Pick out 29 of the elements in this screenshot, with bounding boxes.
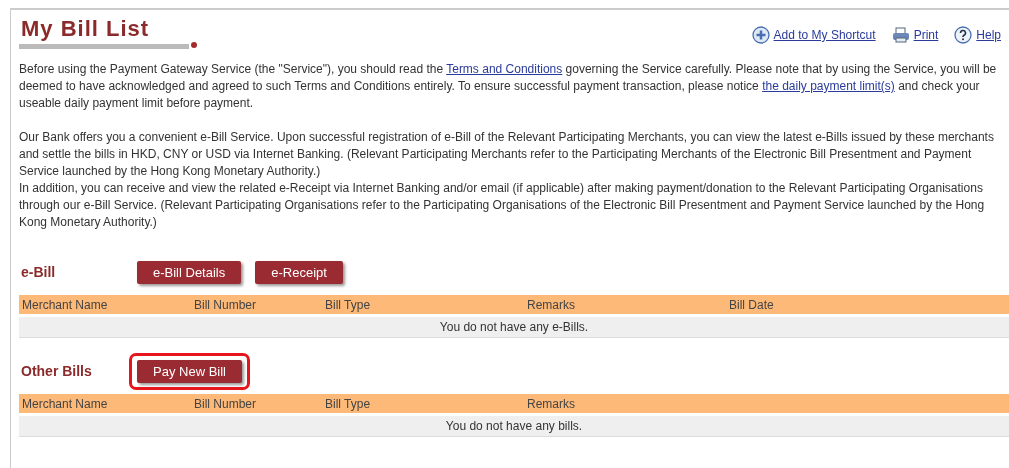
link[interactable]: the daily payment limit(s): [762, 79, 895, 93]
plus-icon[interactable]: [751, 26, 770, 44]
page-title: My Bill List: [21, 18, 151, 40]
column-header: Bill Type: [325, 396, 371, 411]
section-heading: Other Bills: [21, 362, 93, 381]
empty-message: You do not have any e-Bills.: [19, 317, 1009, 338]
column-header: Remarks: [527, 297, 575, 312]
title-dot: [191, 42, 197, 48]
column-header: Merchant Name: [22, 297, 108, 312]
action-button[interactable]: e-Receipt: [255, 261, 343, 284]
action-button[interactable]: Pay New Bill: [137, 360, 242, 383]
column-header: Bill Number: [194, 396, 256, 411]
link[interactable]: Print: [913, 26, 939, 44]
link[interactable]: Add to My Shortcut: [773, 26, 876, 44]
column-header: Remarks: [527, 396, 575, 411]
column-header: Bill Number: [194, 297, 256, 312]
action-button[interactable]: e-Bill Details: [137, 261, 242, 284]
section-heading: e-Bill: [21, 263, 57, 282]
printer-icon[interactable]: [891, 26, 910, 44]
help-icon[interactable]: [954, 26, 973, 44]
paragraph: In addition, you can receive and view the related e-Receipt via Internet Banking and/or email (if applicable) after making payment/donation to the Relevant Participating Organisations through our e-Bill Service. (Relevant Participating Organisations refer to the Participating Organisations of the Electronic Bill Presentment and Payment Service launched by the Hong Kong Monetary Authority.): [19, 180, 986, 231]
column-header: Bill Type: [325, 297, 371, 312]
empty-message: You do not have any bills.: [19, 416, 1009, 437]
paragraph: Our Bank offers you a convenient e-Bill Service. Upon successful registration of e-Bill of the Relevant Participating Merchants, you can view the latest e-Bills issued by these merchants and settle the bills in HKD, CNY or USD via Internet Banking. (Relevant Participating Merchants refer to the Participating Merchants of the Electronic Bill Presentment and Payment Service launched by the Hong Kong Monetary Authority.): [19, 129, 995, 180]
column-header: Bill Date: [729, 297, 774, 312]
link[interactable]: Terms and Conditions: [446, 62, 563, 76]
link[interactable]: Help: [976, 26, 1001, 44]
paragraph: Before using the Payment Gateway Service (the "Service"), you should read the Terms and Conditions governing the Service carefully. Please note that by using the Service, you will be deemed to have acknowledged and agreed to such Terms and Conditions entirely. To ensure successful payment transaction, please notice the daily payment limit(s) and check your useable daily payment limit before payment.: [19, 61, 998, 112]
column-header: Merchant Name: [22, 396, 108, 411]
